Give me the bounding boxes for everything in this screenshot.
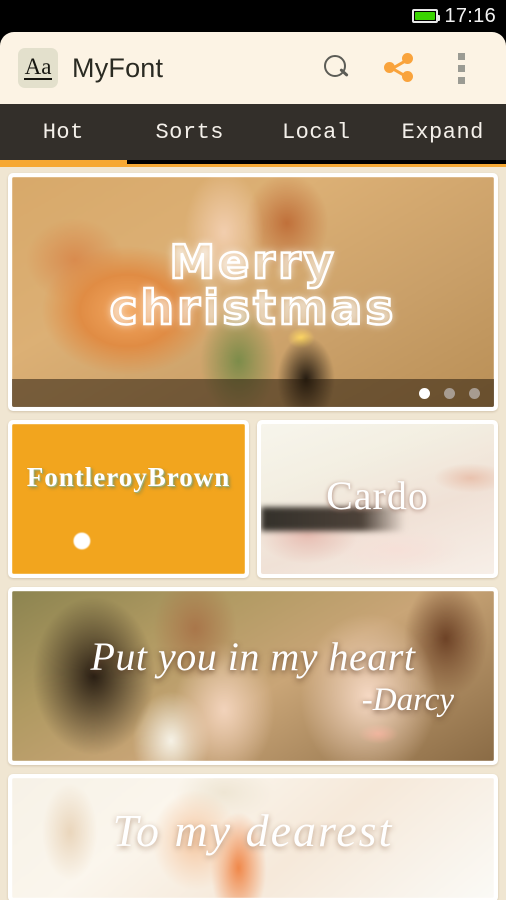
cardo-label-wrap: Cardo [261, 473, 494, 523]
app-bar: Aa MyFont [0, 32, 506, 104]
status-bar: 17:16 [0, 0, 506, 32]
cardo-image: Cardo [261, 424, 494, 574]
share-icon [384, 53, 414, 83]
app-bar-actions [306, 37, 492, 99]
dearest-image: To my dearest [12, 778, 494, 898]
search-icon [324, 55, 350, 81]
fontleroybrown-label-wrap: FontleroyBrown [12, 462, 245, 515]
tab-local[interactable]: Local [253, 104, 380, 160]
font-card-fontleroybrown[interactable]: FontleroyBrown [8, 420, 249, 578]
tab-sorts[interactable]: Sorts [127, 104, 254, 160]
tab-hot[interactable]: Hot [0, 104, 127, 160]
status-bar-clock: 17:16 [444, 4, 496, 27]
font-card-row: FontleroyBrown Cardo [8, 420, 498, 587]
pager-dot-2[interactable] [444, 387, 455, 399]
darcy-text-wrap: Put you in my heart -Darcy [12, 633, 494, 719]
font-card-cardo[interactable]: Cardo [257, 420, 498, 578]
dearest-text-wrap: To my dearest [12, 778, 494, 856]
aa-logo-icon: Aa [18, 48, 58, 88]
share-button[interactable] [368, 37, 430, 99]
overflow-menu-icon [457, 52, 465, 84]
battery-full-icon [412, 9, 441, 23]
banner-text: Merry christmas [108, 234, 397, 336]
banner-line-2: christmas [108, 280, 397, 336]
overflow-menu-button[interactable] [430, 37, 492, 99]
font-card-label: FontleroyBrown [26, 461, 231, 492]
font-card-label: To my dearest [112, 805, 394, 856]
darcy-image: Put you in my heart -Darcy [12, 591, 494, 761]
font-card-to-my-dearest[interactable]: To my dearest [8, 774, 498, 900]
search-button[interactable] [306, 37, 368, 99]
font-card-label: Put you in my heart [90, 634, 416, 679]
tab-expand[interactable]: Expand [380, 104, 506, 160]
aa-logo-label: Aa [23, 54, 53, 80]
page-title: MyFont [72, 52, 164, 83]
font-list[interactable]: Merry christmas FontleroyBrown Cardo Put… [0, 167, 506, 900]
banner-pager[interactable] [12, 379, 494, 407]
banner-line-1: Merry [168, 234, 337, 289]
fontleroybrown-image: FontleroyBrown [12, 424, 245, 574]
pager-dot-3[interactable] [469, 387, 480, 399]
font-card-attribution: -Darcy [361, 682, 454, 718]
banner-image: Merry christmas [12, 177, 494, 407]
tab-bar: Hot Sorts Local Expand [0, 104, 506, 160]
font-card-darcy[interactable]: Put you in my heart -Darcy [8, 587, 498, 765]
featured-banner[interactable]: Merry christmas [8, 173, 498, 411]
font-card-label: Cardo [326, 472, 429, 518]
pager-dot-1[interactable] [419, 387, 430, 399]
